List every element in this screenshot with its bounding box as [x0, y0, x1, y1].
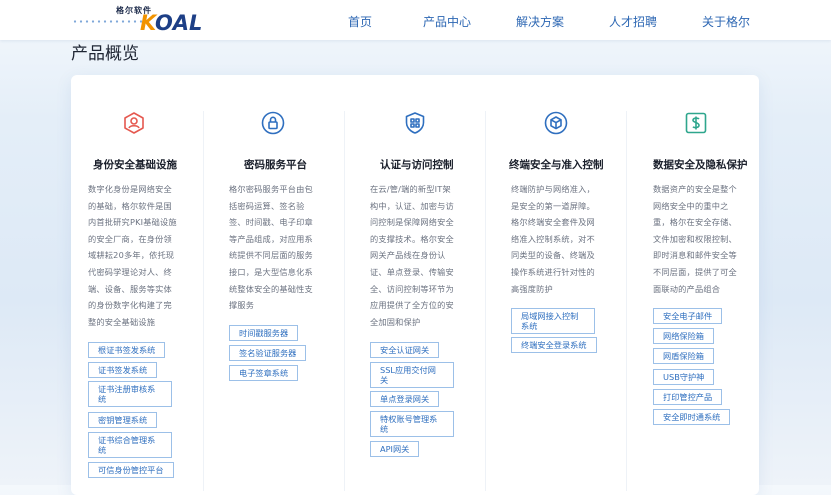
product-tag[interactable]: 特权账号管理系统 [370, 411, 454, 437]
nav-about[interactable]: 关于格尔 [702, 13, 750, 30]
product-tag[interactable]: 安全即时通系统 [653, 409, 731, 425]
column-description: 数字化身份是网络安全 的基础，格尔软件是国 内首批研究PKI基础设施 的安全厂商，在… [88, 184, 177, 327]
product-tag[interactable]: 打印管控产品 [653, 389, 723, 405]
product-tag[interactable]: 安全认证网关 [370, 342, 440, 358]
product-tag[interactable]: 证书注册审核系统 [88, 381, 172, 407]
product-tag[interactable]: USB守护神 [653, 369, 715, 385]
shield-access-icon [403, 111, 427, 135]
column-description: 终端防护与网络准入， 是安全的第一道屏障。 格尔终端安全套件及网 络准入控制系统，对… [511, 184, 595, 294]
column-description: 在云/管/端的新型IT架 构中，认证、加密与访 问控制是保障网络安全 的支撑技术。格… [370, 184, 454, 327]
column-title: 身份安全基础设施 [93, 159, 177, 171]
product-tag[interactable]: SSL应用交付网关 [370, 362, 454, 388]
data-privacy-icon [684, 111, 708, 135]
column-title: 数据安全及隐私保护 [653, 159, 748, 171]
product-tag[interactable]: 安全电子邮件 [653, 308, 723, 324]
product-tag[interactable]: 密钥管理系统 [88, 412, 158, 428]
column-title: 终端安全与准入控制 [509, 159, 604, 171]
cube-icon [544, 111, 568, 135]
product-overview-panel: 身份安全基础设施 数字化身份是网络安全 的基础，格尔软件是国 内首批研究PKI基础设… [71, 75, 759, 495]
product-tag[interactable]: 终端安全登录系统 [511, 337, 597, 353]
product-tag[interactable]: 根证书签发系统 [88, 342, 166, 358]
logo-dots [72, 20, 144, 23]
product-tag[interactable]: 证书综合管理系统 [88, 432, 172, 458]
lock-icon [261, 111, 285, 135]
product-tag[interactable]: 电子签章系统 [229, 365, 299, 381]
page-title: 产品概览 [71, 44, 139, 64]
product-tag[interactable]: 单点登录网关 [370, 391, 440, 407]
product-tag[interactable]: 局域网接入控制系统 [511, 308, 595, 334]
koal-logo[interactable]: 格尔软件 KOAL [72, 4, 202, 36]
column-title: 认证与访问控制 [380, 159, 454, 171]
product-tag[interactable]: 签名验证服务器 [229, 345, 307, 361]
logo-brand: KOAL [140, 11, 203, 35]
column-description: 格尔密码服务平台由包 括密码运算、签名验 签、时间戳、电子印章 等产品组成，对应用系… [229, 184, 313, 311]
column-description: 数据资产的安全是整个 网络安全中的重中之 重，格尔在安全存储、 文件加密和权限控制、… [653, 184, 737, 294]
product-tag[interactable]: API网关 [370, 441, 420, 457]
product-tag[interactable]: 证书签发系统 [88, 362, 158, 378]
product-tag[interactable]: 网络保险箱 [653, 328, 714, 344]
nav-solutions[interactable]: 解决方案 [516, 13, 564, 30]
nav-products[interactable]: 产品中心 [423, 13, 471, 30]
product-tag[interactable]: 时间戳服务器 [229, 325, 299, 341]
product-tag[interactable]: 网盾保险箱 [653, 348, 714, 364]
column-title: 密码服务平台 [244, 159, 307, 171]
top-navigation-bar: 格尔软件 KOAL 首页 产品中心 解决方案 人才招聘 关于格尔 [0, 0, 831, 40]
nav-careers[interactable]: 人才招聘 [609, 13, 657, 30]
product-tag[interactable]: 可信身份管控平台 [88, 462, 174, 478]
nav-home[interactable]: 首页 [348, 13, 372, 30]
user-shield-icon [122, 111, 146, 135]
